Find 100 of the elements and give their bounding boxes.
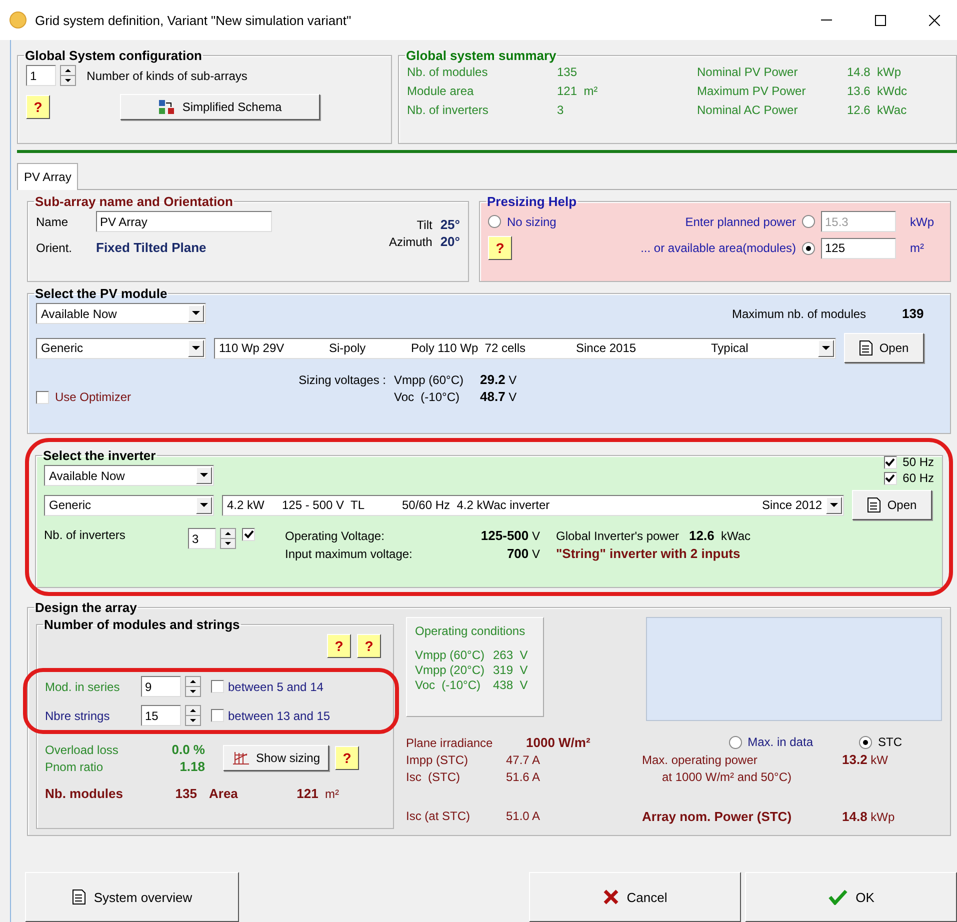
voltage-label: Voc (-10°C) (394, 390, 460, 404)
spin-buttons-icon[interactable] (185, 705, 201, 726)
overview-button[interactable]: System overview (25, 872, 239, 922)
panel-title: Select the PV module (34, 286, 168, 301)
total-value: 135 (174, 786, 197, 801)
summary-value: 13.6 kWdc (847, 84, 908, 98)
help-button[interactable]: ? (327, 634, 351, 658)
range-label: between 13 and 15 (228, 708, 330, 722)
number-field[interactable]: 15 (141, 705, 181, 726)
chart-icon (232, 751, 250, 765)
field-label: Plane irradiance (406, 736, 494, 750)
summary-value: 121 m² (557, 84, 599, 98)
availability-dropdown[interactable]: Available Now (44, 465, 214, 486)
current-label: Isc (STC) (406, 770, 461, 784)
tilt-value: 25° (440, 217, 460, 232)
summary-value: 14.8 kWp (847, 65, 902, 79)
panel-title: Global system summary (405, 48, 558, 63)
radio-button[interactable] (859, 736, 872, 748)
cancel-button[interactable]: Cancel (529, 872, 741, 922)
voltage-label: Operating Voltage: (285, 528, 386, 542)
unit-label: m² (909, 241, 925, 255)
close-icon[interactable] (928, 14, 940, 26)
field-label: Tilt (416, 218, 432, 232)
help-button[interactable]: ? (26, 95, 50, 119)
help-button[interactable]: ? (488, 236, 512, 260)
option-label: Max. in data (748, 735, 813, 749)
number-field[interactable]: 1 (26, 65, 56, 86)
current-value: 51.0 A (506, 809, 540, 823)
open-button[interactable]: Open (852, 490, 932, 520)
option-label: STC (878, 735, 902, 749)
total-value: 121 m² (296, 786, 339, 801)
window-title: Grid system definition, Variant "New simulation variant" (35, 12, 352, 28)
pnom-value: 1.18 (178, 759, 205, 774)
document-icon (72, 889, 86, 905)
field-label: Max. operating power (642, 752, 758, 766)
nominal-power-label: Array nom. Power (STC) (642, 809, 793, 824)
condition-value: 438 V (493, 678, 528, 692)
spin-buttons-icon[interactable] (60, 65, 76, 86)
manufacturer-dropdown[interactable]: Generic (36, 338, 206, 358)
condition-note: at 1000 W/m² and 50°C) (661, 770, 793, 784)
panel-title: Select the inverter (42, 448, 157, 463)
nominal-power-value: 14.8 kWp (842, 809, 895, 824)
voltage-value: 29.2 V (480, 372, 517, 387)
inverter-dropdown[interactable]: 4.2 kW 125 - 500 V TL 50/60 Hz 4.2 kWac inverter Since 2012 (222, 494, 844, 516)
checkbox-label: 60 Hz (902, 471, 934, 485)
checkmark-icon (828, 889, 848, 905)
spin-buttons-icon[interactable] (220, 528, 236, 549)
maximize-icon[interactable] (874, 14, 886, 26)
radio-button[interactable] (488, 215, 501, 228)
current-label: Isc (at STC) (406, 809, 472, 823)
document-icon (859, 340, 874, 356)
manufacturer-dropdown[interactable]: Generic (44, 494, 214, 516)
availability-dropdown[interactable]: Available Now (36, 303, 206, 324)
checkbox[interactable] (242, 528, 255, 541)
voltage-value: 125-500 V (480, 528, 540, 543)
sun-icon (9, 11, 27, 29)
checkbox[interactable] (211, 680, 224, 693)
ok-button[interactable]: OK (745, 872, 957, 922)
tab[interactable]: PV Array (17, 163, 78, 190)
checkbox[interactable] (36, 390, 49, 404)
module-dropdown[interactable]: 110 Wp 29V Si-poly Poly 110 Wp 72 cells Since 2015 Typical (214, 338, 836, 358)
field-label: Number of kinds of sub-arrays (86, 68, 248, 82)
open-button[interactable]: Open (844, 333, 924, 363)
checkbox[interactable] (884, 456, 897, 468)
total-label: Area (209, 786, 239, 801)
max-modules-value: 139 (902, 306, 925, 321)
field-label: Name (36, 214, 70, 228)
number-field[interactable]: 9 (141, 676, 181, 697)
field-label: Azimuth (388, 234, 432, 248)
voltage-label: Input maximum voltage: (285, 546, 414, 560)
radio-button[interactable] (802, 242, 815, 254)
azimuth-value: 20° (440, 234, 460, 249)
minimize-icon[interactable] (820, 19, 832, 21)
voltage-value: 48.7 V (480, 389, 517, 404)
unit-label: kWp (909, 214, 935, 228)
condition-label: Vmpp (20°C) (415, 663, 486, 677)
irradiance-value: 1000 W/m² (526, 735, 590, 750)
cross-icon (602, 889, 619, 905)
number-field[interactable]: 3 (188, 528, 216, 549)
panel-title: Operating conditions (415, 624, 526, 638)
field-label: Maximum nb. of modules (732, 306, 868, 320)
area-field[interactable]: 125 (821, 238, 896, 258)
simplified-schema-button[interactable]: Simplified Schema (120, 94, 320, 120)
radio-button[interactable] (728, 736, 742, 748)
help-button[interactable]: ? (357, 634, 381, 658)
summary-label: Nb. of modules (407, 65, 489, 79)
show-sizing-button[interactable]: Show sizing (223, 745, 330, 771)
checkbox-label: Use Optimizer (55, 390, 132, 404)
help-button[interactable]: ? (335, 746, 360, 770)
field-label: Overload loss (45, 742, 120, 756)
name-field[interactable]: PV Array (96, 211, 272, 232)
checkbox[interactable] (211, 709, 224, 722)
max-power-value: 13.2 kW (842, 752, 888, 767)
checkbox[interactable] (884, 472, 897, 484)
field-label: Sizing voltages : (298, 372, 386, 386)
radio-button[interactable] (802, 215, 815, 228)
panel-title: Sub-array name and Orientation (34, 194, 234, 209)
voltage-label: Vmpp (60°C) (394, 372, 464, 386)
spin-buttons-icon[interactable] (185, 676, 201, 697)
panel-title: Number of modules and strings (43, 617, 241, 632)
